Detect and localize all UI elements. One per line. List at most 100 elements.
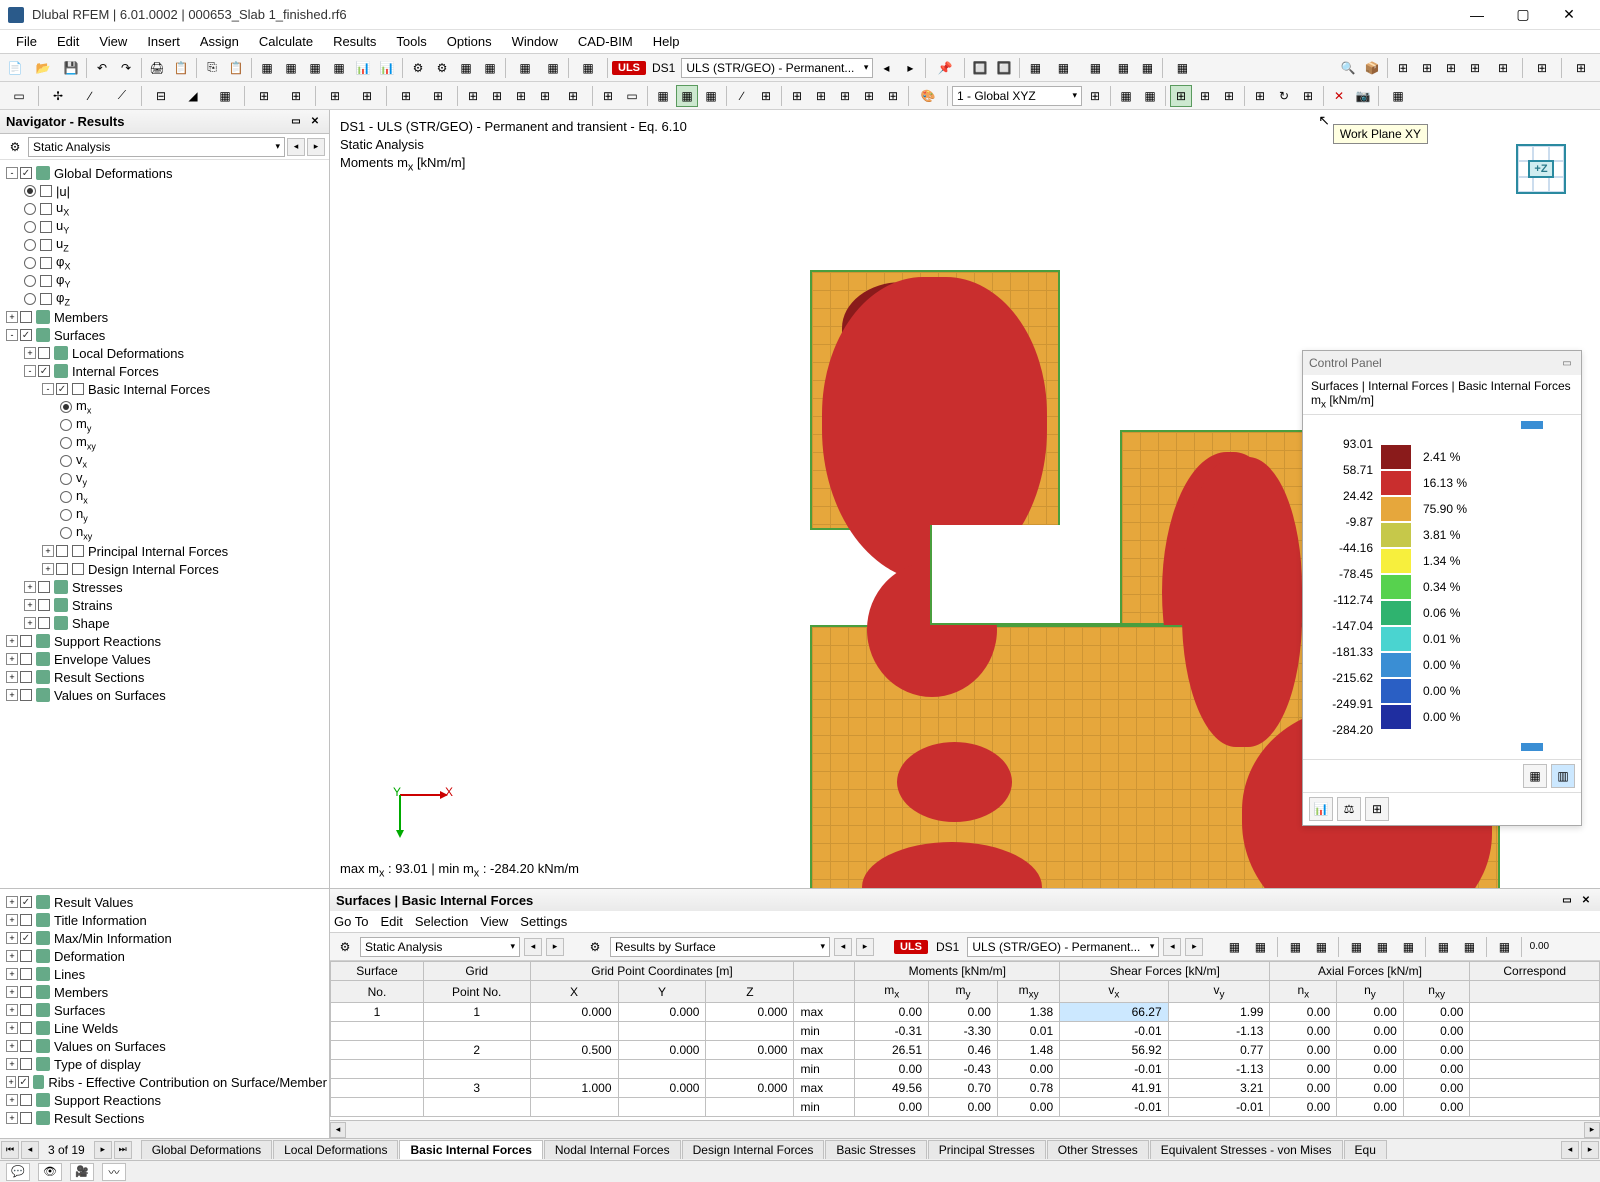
tb-btn[interactable]: ⊞ <box>1488 57 1518 79</box>
tree-node[interactable]: +Values on Surfaces <box>2 1037 327 1055</box>
tb-btn[interactable]: ⊞ <box>391 85 421 107</box>
tb-btn[interactable]: ∕ <box>75 85 105 107</box>
tree-node[interactable]: mxy <box>2 434 327 452</box>
tb-btn[interactable]: ▦ <box>700 85 722 107</box>
result-tab[interactable]: Local Deformations <box>273 1140 398 1159</box>
tree-radio[interactable] <box>60 491 72 503</box>
tree-node[interactable]: +Envelope Values <box>2 650 327 668</box>
tb-btn[interactable]: ⊞ <box>1297 85 1319 107</box>
tb-btn[interactable]: ⊞ <box>786 85 808 107</box>
tree-box[interactable] <box>40 293 52 305</box>
tb-btn[interactable]: 📊 <box>376 57 398 79</box>
tb-btn[interactable]: ⊞ <box>1084 85 1106 107</box>
tb-btn[interactable]: 📦 <box>1361 57 1383 79</box>
tree-radio[interactable] <box>60 455 72 467</box>
tb-btn[interactable]: ⊞ <box>1416 57 1438 79</box>
tree-node[interactable]: + Stresses <box>2 578 327 596</box>
tb-btn[interactable]: ⊞ <box>1566 57 1596 79</box>
menu-window[interactable]: Window <box>502 31 568 52</box>
maximize-button[interactable]: ▢ <box>1500 0 1546 30</box>
viewport[interactable]: DS1 - ULS (STR/GEO) - Permanent and tran… <box>330 110 1600 888</box>
table-row[interactable]: min-0.31-3.300.01-0.01-1.130.000.000.00 <box>331 1022 1600 1041</box>
table-row[interactable]: 31.0000.0000.000max49.560.700.7841.913.2… <box>331 1079 1600 1098</box>
table-pin[interactable]: ▭ <box>1559 892 1575 908</box>
tree-radio[interactable] <box>24 221 36 233</box>
print-button[interactable]: 🖨 <box>146 57 168 79</box>
tb-btn[interactable]: ⊞ <box>1464 57 1486 79</box>
menu-help[interactable]: Help <box>643 31 690 52</box>
tree-label[interactable]: Ribs - Effective Contribution on Surface… <box>48 1075 327 1090</box>
tree-node[interactable]: -Internal Forces <box>2 362 327 380</box>
undo-button[interactable]: ↶ <box>91 57 113 79</box>
tbl-prev[interactable]: ◂ <box>524 938 542 956</box>
tree-node[interactable]: -Global Deformations <box>2 164 327 182</box>
tree-label[interactable]: Values on Surfaces <box>54 688 166 703</box>
tree-checkbox[interactable] <box>38 581 50 593</box>
table-close[interactable]: ✕ <box>1578 892 1594 908</box>
menu-options[interactable]: Options <box>437 31 502 52</box>
tree-checkbox[interactable] <box>20 1004 32 1016</box>
tbl-next[interactable]: ▸ <box>1185 938 1203 956</box>
tree-node[interactable]: +Support Reactions <box>2 632 327 650</box>
menu-edit[interactable]: Edit <box>47 31 89 52</box>
tree-label[interactable]: Members <box>54 985 108 1000</box>
tb-btn[interactable]: ▦ <box>256 57 278 79</box>
tree-expand[interactable]: + <box>24 581 36 593</box>
tb-btn[interactable]: ▭ <box>621 85 643 107</box>
tb-btn[interactable]: ▦ <box>328 57 350 79</box>
tree-label[interactable]: nx <box>76 488 88 506</box>
result-tab[interactable]: Basic Stresses <box>825 1140 926 1159</box>
tree-label[interactable]: uZ <box>56 236 69 254</box>
tb-btn[interactable]: ▦ <box>652 85 674 107</box>
tree-node[interactable]: +Result Sections <box>2 668 327 686</box>
menu-insert[interactable]: Insert <box>137 31 190 52</box>
tree-checkbox[interactable] <box>38 365 50 377</box>
nav-prev-button[interactable]: ◂ <box>287 138 305 156</box>
tree-node[interactable]: φX <box>2 254 327 272</box>
tree-node[interactable]: +Line Welds <box>2 1019 327 1037</box>
tree-node[interactable]: uX <box>2 200 327 218</box>
tb-btn[interactable]: ⚙ <box>431 57 453 79</box>
tree-label[interactable]: mxy <box>76 434 96 452</box>
tree-node[interactable]: vx <box>2 452 327 470</box>
tb-btn[interactable]: ⊞ <box>834 85 856 107</box>
tree-label[interactable]: Stresses <box>72 580 123 595</box>
tree-node[interactable]: +Max/Min Information <box>2 929 327 947</box>
tree-checkbox[interactable] <box>56 563 68 575</box>
tree-label[interactable]: Envelope Values <box>54 652 151 667</box>
tab-scroll-left[interactable]: ◂ <box>1561 1141 1579 1159</box>
tree-node[interactable]: nx <box>2 488 327 506</box>
tb-btn[interactable]: ⊞ <box>534 85 556 107</box>
legend-btn[interactable]: ⊞ <box>1365 797 1389 821</box>
tree-node[interactable]: my <box>2 416 327 434</box>
tbl-btn[interactable]: ▦ <box>1284 936 1306 958</box>
status-btn[interactable]: 👁 <box>38 1163 62 1181</box>
tree-radio[interactable] <box>24 293 36 305</box>
tree-expand[interactable]: + <box>42 545 54 557</box>
tree-node[interactable]: +Result Values <box>2 893 327 911</box>
table-menu-item[interactable]: Settings <box>520 914 567 929</box>
status-btn[interactable]: 〰 <box>102 1163 126 1181</box>
tree-node[interactable]: +Deformation <box>2 947 327 965</box>
tree-node[interactable]: +Result Sections <box>2 1109 327 1127</box>
result-tab[interactable]: Principal Stresses <box>928 1140 1046 1159</box>
new-button[interactable]: 📄 <box>4 57 26 79</box>
tbl-btn[interactable]: ▦ <box>1223 936 1245 958</box>
tree-radio[interactable] <box>24 275 36 287</box>
tree-box[interactable] <box>72 545 84 557</box>
delete-button[interactable]: ✕ <box>1328 85 1350 107</box>
tb-btn[interactable]: ▦ <box>573 57 603 79</box>
search-button[interactable]: 🔍 <box>1337 57 1359 79</box>
tree-node[interactable]: +Shape <box>2 614 327 632</box>
tree-expand[interactable]: + <box>24 599 36 611</box>
table-analysis-combo[interactable]: Static Analysis <box>360 937 520 957</box>
tb-btn[interactable]: ▦ <box>1080 57 1110 79</box>
tree-radio[interactable] <box>60 401 72 413</box>
tree-node[interactable]: +Support Reactions <box>2 1091 327 1109</box>
tb-btn[interactable]: ⊞ <box>1249 85 1271 107</box>
tree-node[interactable]: +Principal Internal Forces <box>2 542 327 560</box>
tree-checkbox[interactable] <box>20 950 32 962</box>
result-tab[interactable]: Equivalent Stresses - von Mises <box>1150 1140 1343 1159</box>
tree-label[interactable]: Result Sections <box>54 670 144 685</box>
result-tab[interactable]: Other Stresses <box>1047 1140 1149 1159</box>
